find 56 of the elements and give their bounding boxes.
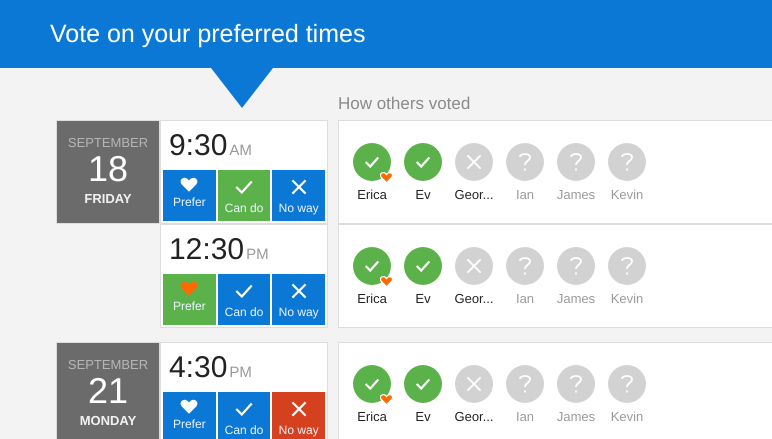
ampm-label: AM <box>229 142 252 159</box>
heart-icon <box>380 170 393 182</box>
day-number: 21 <box>88 372 128 410</box>
can-do-button[interactable]: Can do <box>218 274 270 325</box>
voter-name: James <box>556 408 596 424</box>
question-icon <box>517 254 533 276</box>
voter-name: Erica <box>357 408 387 424</box>
question-icon <box>619 372 635 394</box>
voter-name: Kevin <box>610 408 644 424</box>
time-label: 12:30 <box>169 233 244 267</box>
ampm-label: PM <box>246 246 269 263</box>
voter-name: Ian <box>516 290 534 306</box>
no-way-button[interactable]: No way <box>272 274 326 325</box>
voter-name: Erica <box>357 290 387 306</box>
question-icon <box>568 372 584 394</box>
weekday-label: MONDAY <box>80 413 136 428</box>
day-number: 18 <box>88 150 128 188</box>
voter-name: James <box>556 186 596 202</box>
voter-name: Ian <box>516 408 534 424</box>
time-label: 9:30 <box>169 129 228 163</box>
voter-name: Erica <box>357 186 387 202</box>
can-do-button[interactable]: Can do <box>218 170 270 221</box>
month-label: SEPTEMBER <box>68 135 148 150</box>
voter-name: Geor... <box>454 290 494 306</box>
no-way-button[interactable]: No way <box>272 392 326 439</box>
voter-name: James <box>556 290 596 306</box>
voter-name: Ian <box>516 186 534 202</box>
question-icon <box>517 150 533 172</box>
question-icon <box>568 254 584 276</box>
voter-name: Kevin <box>610 186 644 202</box>
ampm-label: PM <box>229 364 252 381</box>
voter-name: Ev <box>415 290 431 306</box>
heart-icon <box>180 280 198 296</box>
weekday-label: FRIDAY <box>84 191 132 206</box>
prefer-button[interactable]: Prefer <box>163 392 216 439</box>
voter-name: Geor... <box>454 408 494 424</box>
question-icon <box>517 372 533 394</box>
page-title: Vote on your preferred times <box>50 20 366 48</box>
voter-name: Kevin <box>610 290 644 306</box>
can-do-button[interactable]: Can do <box>218 392 270 439</box>
heart-icon <box>380 274 393 286</box>
heart-icon <box>180 398 198 414</box>
voter-name: Geor... <box>454 186 494 202</box>
voter-name: Ev <box>415 408 431 424</box>
question-icon <box>619 150 635 172</box>
heart-icon <box>380 392 393 404</box>
no-way-button[interactable]: No way <box>272 170 326 221</box>
month-label: SEPTEMBER <box>68 357 148 372</box>
prefer-button[interactable]: Prefer <box>163 274 216 325</box>
prefer-button[interactable]: Prefer <box>163 170 216 221</box>
time-label: 4:30 <box>169 351 228 385</box>
voter-name: Ev <box>415 186 431 202</box>
question-icon <box>568 150 584 172</box>
section-label: How others voted <box>338 94 472 115</box>
heart-icon <box>180 176 198 192</box>
question-icon <box>619 254 635 276</box>
